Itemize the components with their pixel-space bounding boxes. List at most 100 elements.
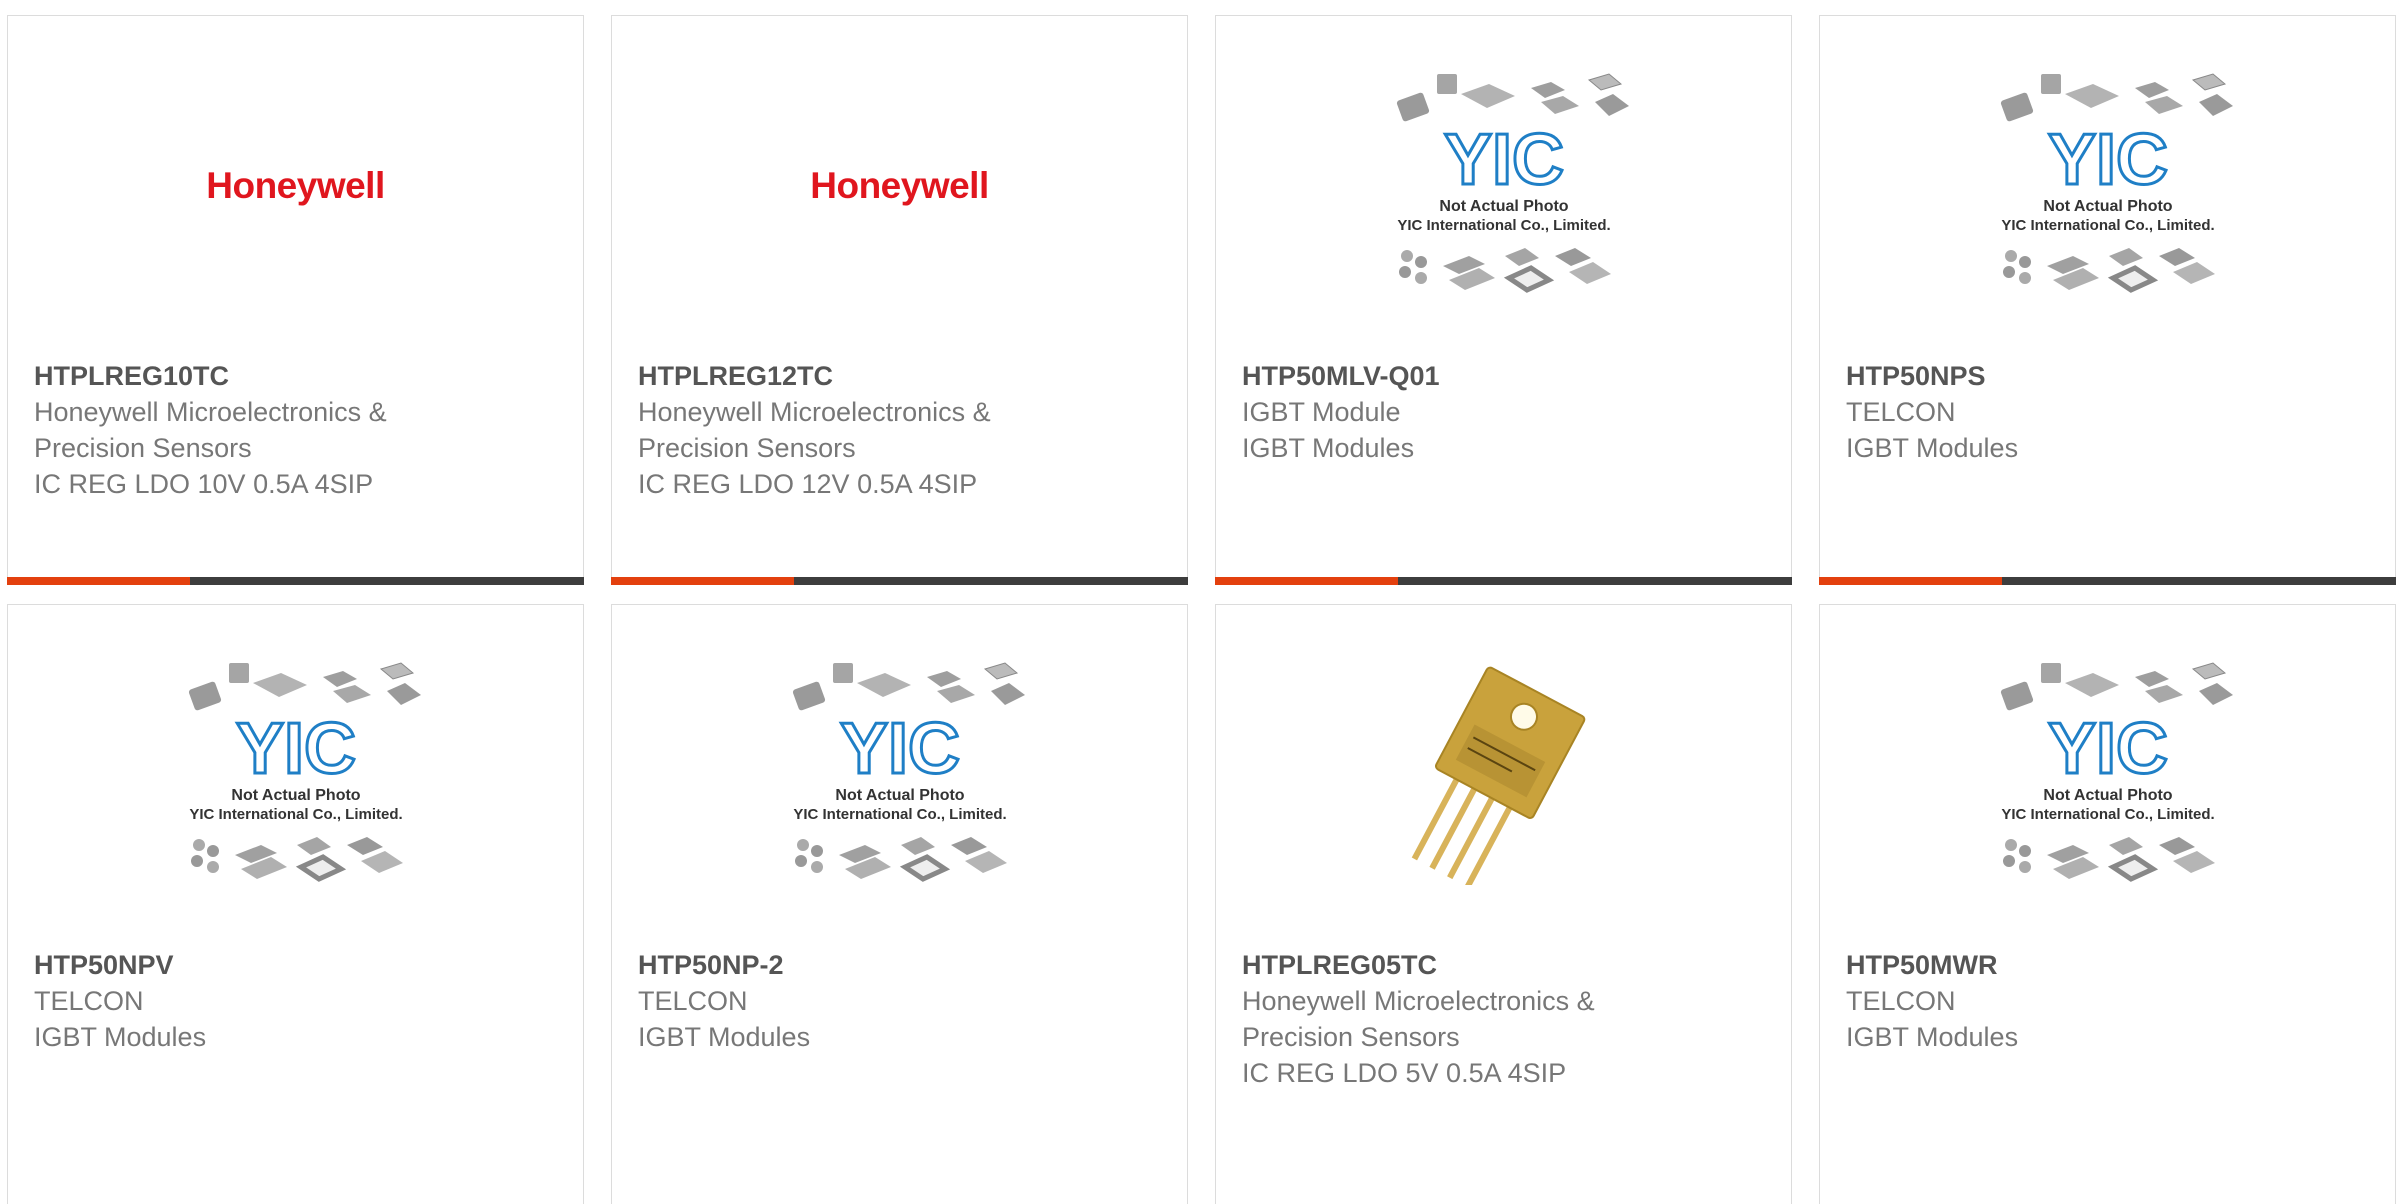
chip-shape [1414, 272, 1427, 284]
yic-placeholder-image: YIC Not Actual Photo YIC International C… [2000, 662, 2233, 882]
chip-shape [2191, 662, 2226, 680]
placeholder-line-1: Not Actual Photo [231, 787, 360, 804]
chip-shape [295, 854, 346, 882]
chip-shape [2144, 96, 2183, 114]
chip-shape [1460, 84, 1515, 108]
product-image[interactable]: YIC Not Actual Photo YIC International C… [1216, 16, 1791, 356]
part-number[interactable]: HTPLREG12TC [638, 358, 1167, 394]
chip-shape [810, 861, 823, 873]
product-card[interactable]: YIC Not Actual Photo YIC International C… [611, 604, 1188, 1204]
chip-shape [2108, 837, 2143, 855]
chip-shape [228, 663, 249, 683]
manufacturer: Honeywell Microelectronics & Precision S… [34, 397, 387, 463]
part-number[interactable]: HTPLREG05TC [1242, 947, 1771, 983]
chip-shape [2198, 94, 2233, 116]
product-image[interactable]: YIC Not Actual Photo YIC International C… [1820, 605, 2395, 945]
part-number[interactable]: HTP50MWR [1846, 947, 2375, 983]
chip-shape [832, 663, 853, 683]
part-number[interactable]: HTP50NPV [34, 947, 563, 983]
product-info: HTPLREG10TC Honeywell Microelectronics &… [34, 358, 563, 502]
chip-shape [1568, 262, 1611, 284]
product-info: HTP50NPV TELCON IGBT Modules [34, 947, 563, 1055]
chip-shape [206, 845, 219, 857]
chip-shape [983, 662, 1018, 680]
yic-logo: YIC [839, 709, 959, 789]
manufacturer: TELCON [638, 986, 748, 1016]
chip-shape [192, 839, 205, 851]
chip-shape [2191, 73, 2226, 91]
chip-shape [2158, 837, 2195, 855]
chip-shape [2018, 861, 2031, 873]
yic-placeholder-image: YIC Not Actual Photo YIC International C… [188, 662, 421, 882]
product-info: HTP50MLV-Q01 IGBT Module IGBT Modules [1242, 358, 1771, 466]
description: IC REG LDO 10V 0.5A 4SIP [34, 469, 374, 499]
placeholder-line-2: YIC International Co., Limited. [793, 806, 1006, 823]
chip-shape [2134, 671, 2169, 687]
placeholder-line-2: YIC International Co., Limited. [1397, 217, 1610, 234]
chip-shape [964, 851, 1007, 873]
manufacturer: Honeywell Microelectronics & Precision S… [638, 397, 991, 463]
honeywell-logo: Honeywell [206, 165, 385, 206]
chip-shape [2108, 248, 2143, 266]
chip-shape [1540, 96, 1579, 114]
chip-shape [900, 837, 935, 855]
chip-shape [2172, 262, 2215, 284]
product-card[interactable]: YIC Not Actual Photo YIC International C… [7, 604, 584, 1204]
description: IGBT Modules [1242, 433, 1415, 463]
description: IGBT Modules [638, 1022, 811, 1052]
chip-shape [322, 671, 357, 687]
part-number[interactable]: HTP50NPS [1846, 358, 2375, 394]
chip-shape [2000, 681, 2033, 711]
chip-shape [2002, 855, 2015, 867]
part-number[interactable]: HTP50NP-2 [638, 947, 1167, 983]
chip-shape [190, 855, 203, 867]
manufacturer: IGBT Module [1242, 397, 1401, 427]
chip-shape [206, 861, 219, 873]
yic-logo: YIC [2047, 709, 2167, 789]
part-number[interactable]: HTP50MLV-Q01 [1242, 358, 1771, 394]
product-card[interactable]: YIC Not Actual Photo YIC International C… [1819, 604, 2396, 1204]
chip-shape [360, 851, 403, 873]
chip-shape [379, 662, 414, 680]
product-image[interactable]: YIC Not Actual Photo YIC International C… [612, 605, 1187, 945]
chip-shape [252, 673, 307, 697]
chip-shape [1503, 265, 1554, 293]
chip-shape [2144, 685, 2183, 703]
product-card[interactable]: HTPLREG05TC Honeywell Microelectronics &… [1215, 604, 1792, 1204]
manufacturer: TELCON [1846, 397, 1956, 427]
product-image[interactable]: YIC Not Actual Photo YIC International C… [8, 605, 583, 945]
chip-shape [950, 837, 987, 855]
chip-shape [2002, 266, 2015, 278]
chip-shape [332, 685, 371, 703]
placeholder-line-1: Not Actual Photo [835, 787, 964, 804]
chip-shape [188, 681, 221, 711]
chip-shape [1400, 250, 1413, 262]
chip-shape [1398, 266, 1411, 278]
description: IGBT Modules [34, 1022, 207, 1052]
yic-placeholder-image: YIC Not Actual Photo YIC International C… [2000, 73, 2233, 293]
honeywell-logo: Honeywell [810, 165, 989, 206]
chip-shape [2064, 84, 2119, 108]
product-card[interactable]: YIC Not Actual Photo YIC International C… [1215, 15, 1792, 585]
product-image[interactable] [1216, 605, 1791, 945]
product-info: HTP50NP-2 TELCON IGBT Modules [638, 947, 1167, 1055]
chip-shape [1587, 73, 1622, 91]
manufacturer: TELCON [34, 986, 144, 1016]
part-number[interactable]: HTPLREG10TC [34, 358, 563, 394]
chip-shape [2018, 256, 2031, 268]
product-image[interactable]: Honeywell [8, 16, 583, 356]
chip-shape [856, 673, 911, 697]
product-image[interactable]: YIC Not Actual Photo YIC International C… [1820, 16, 2395, 356]
description: IC REG LDO 5V 0.5A 4SIP [1242, 1058, 1567, 1088]
chip-shape [2172, 851, 2215, 873]
chip-shape [1594, 94, 1629, 116]
product-card[interactable]: Honeywell HTPLREG12TC Honeywell Microele… [611, 15, 1188, 585]
product-image[interactable]: Honeywell [612, 16, 1187, 356]
product-card[interactable]: YIC Not Actual Photo YIC International C… [1819, 15, 2396, 585]
placeholder-line-1: Not Actual Photo [2043, 787, 2172, 804]
chip-shape [2018, 845, 2031, 857]
chip-shape [296, 837, 331, 855]
chip-shape [810, 845, 823, 857]
product-card[interactable]: Honeywell HTPLREG10TC Honeywell Microele… [7, 15, 584, 585]
chip-shape [2107, 265, 2158, 293]
